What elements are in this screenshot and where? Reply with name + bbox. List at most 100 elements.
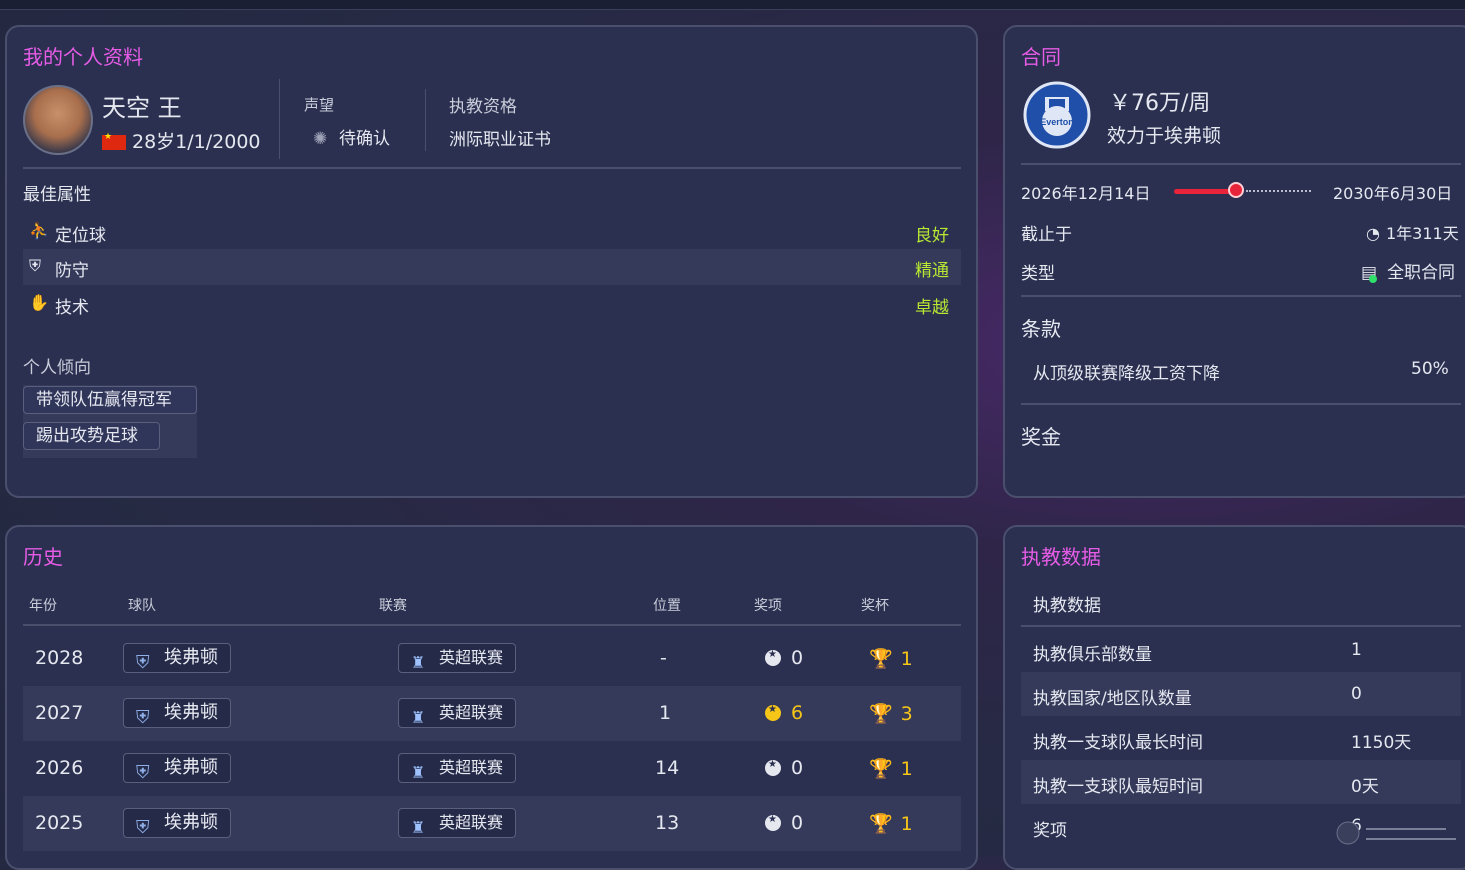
league-name: 英超联赛 xyxy=(439,648,504,667)
club-badge-icon: ⛨ xyxy=(136,817,150,838)
league-name: 英超联赛 xyxy=(439,703,504,722)
technique-icon: ✋ xyxy=(29,293,49,312)
type-label: 类型 xyxy=(1021,264,1055,284)
league-chip[interactable]: ♜ 英超联赛 xyxy=(398,753,517,783)
contract-panel: 合同 Everton ￥76万/周 效力于埃弗顿 2026年12月14日 203… xyxy=(1003,25,1465,498)
reputation-label: 声望 xyxy=(304,96,335,114)
trophy-icon: 🏆 xyxy=(869,703,893,725)
trophy-icon: 🏆 xyxy=(869,648,893,670)
active-status-dot xyxy=(1369,275,1377,283)
col-team[interactable]: 球队 xyxy=(128,595,156,615)
awards-count: 0 xyxy=(791,647,804,669)
watermark-graphic-icon xyxy=(1336,821,1456,845)
qualification-value: 洲际职业证书 xyxy=(449,130,551,150)
type-value: ▤ 全职合同 xyxy=(1361,258,1455,283)
bonus-label: 奖金 xyxy=(1021,425,1061,449)
team-name: 埃弗顿 xyxy=(164,812,218,833)
stat-value: 0 xyxy=(1351,684,1362,704)
attribute-row: ✋ 技术 卓越 xyxy=(23,286,961,322)
row-year: 2027 xyxy=(35,702,84,724)
awards-count: 0 xyxy=(791,812,804,834)
col-year[interactable]: 年份 xyxy=(29,595,57,615)
history-row: 2028 ⛨埃弗顿 ♜英超联赛 - 0 🏆1 xyxy=(23,631,961,686)
league-chip[interactable]: ♜ 英超联赛 xyxy=(398,643,517,673)
tendency-tag[interactable]: 带领队伍赢得冠军 xyxy=(23,386,197,414)
award-medal-icon xyxy=(765,649,781,666)
row-position: 13 xyxy=(655,812,680,834)
row-awards: 6 xyxy=(765,702,803,724)
contract-end-date: 2030年6月30日 xyxy=(1333,184,1453,203)
term-label: 从顶级联赛降级工资下降 xyxy=(1033,364,1220,384)
profile-title: 我的个人资料 xyxy=(23,45,143,69)
col-league[interactable]: 联赛 xyxy=(379,595,407,615)
age-dob: 28岁1/1/2000 xyxy=(102,127,261,154)
row-year: 2025 xyxy=(35,812,84,834)
league-icon: ♜ xyxy=(411,708,426,727)
row-position: - xyxy=(660,647,667,669)
contract-start-date: 2026年12月14日 xyxy=(1021,184,1151,203)
row-position: 14 xyxy=(655,757,680,779)
league-name: 英超联赛 xyxy=(439,813,504,832)
history-row: 2027 ⛨埃弗顿 ♜ 英超联赛 1 6 🏆 3 xyxy=(23,686,961,741)
reputation-value: ✺ 待确认 xyxy=(313,124,390,149)
col-awards[interactable]: 奖项 xyxy=(754,595,782,615)
progress-knob xyxy=(1228,182,1244,198)
award-medal-icon xyxy=(765,759,781,776)
stat-value: 0天 xyxy=(1351,777,1379,797)
stat-label: 奖项 xyxy=(1033,821,1067,841)
type-text: 全职合同 xyxy=(1387,263,1456,283)
club-badge-icon: ⛨ xyxy=(136,762,150,783)
team-chip[interactable]: ⛨ 埃弗顿 xyxy=(123,753,231,783)
team-chip[interactable]: ⛨ 埃弗顿 xyxy=(123,643,231,673)
everton-badge-icon[interactable]: Everton xyxy=(1023,81,1091,149)
wage: ￥76万/周 xyxy=(1109,91,1211,116)
stat-label: 执教俱乐部数量 xyxy=(1033,645,1152,665)
row-year: 2026 xyxy=(35,757,84,779)
stat-row: 执教一支球队最短时间 0天 xyxy=(1021,760,1461,804)
history-panel: 历史 年份 球队 联赛 位置 奖项 奖杯 2028 ⛨ 埃弗顿 ♜ 英超联赛 - 0… xyxy=(5,525,978,870)
award-medal-icon xyxy=(765,704,781,721)
terms-label: 条款 xyxy=(1021,317,1061,341)
avatar[interactable] xyxy=(23,85,93,155)
progress-fill xyxy=(1174,189,1236,194)
contract-title: 合同 xyxy=(1021,45,1061,69)
tendency-tag[interactable]: 踢出攻势足球 xyxy=(23,422,160,450)
term-value: 50% xyxy=(1411,359,1449,379)
attribute-value: 精通 xyxy=(915,261,949,281)
team-name: 埃弗顿 xyxy=(164,647,218,668)
league-icon: ♜ xyxy=(411,763,426,782)
expires-value: ◔ 1年311天 xyxy=(1366,220,1459,244)
stat-row: 执教国家/地区队数量 0 xyxy=(1021,672,1461,716)
attribute-label: 定位球 xyxy=(55,226,106,246)
row-position: 1 xyxy=(659,702,672,724)
contract-doc-icon: ▤ xyxy=(1361,263,1378,283)
row-awards: 0 xyxy=(765,647,803,669)
team-chip[interactable]: ⛨ 埃弗顿 xyxy=(123,808,231,838)
col-position[interactable]: 位置 xyxy=(653,595,681,615)
loading-icon: ✺ xyxy=(313,129,328,149)
club-badge-icon: ⛨ xyxy=(136,707,150,728)
history-row: 2025 ⛨埃弗顿 ♜英超联赛 13 0 🏆1 xyxy=(23,796,961,851)
history-row: 2026 ⛨埃弗顿 ♜英超联赛 14 0 🏆1 xyxy=(23,741,961,796)
league-chip[interactable]: ♜ 英超联赛 xyxy=(398,808,517,838)
profile-panel: 我的个人资料 天空 王 28岁1/1/2000 声望 ✺ 待确认 执教资格 洲际职… xyxy=(5,25,978,498)
league-icon: ♜ xyxy=(411,653,426,672)
league-chip[interactable]: ♜ 英超联赛 xyxy=(398,698,517,728)
team-chip[interactable]: ⛨ 埃弗顿 xyxy=(123,698,231,728)
top-bar xyxy=(0,0,1465,10)
row-awards: 0 xyxy=(765,757,803,779)
trophies-count: 3 xyxy=(900,703,913,725)
expires-text: 1年311天 xyxy=(1385,224,1459,243)
league-icon: ♜ xyxy=(411,818,426,837)
row-year: 2028 xyxy=(35,647,84,669)
history-title: 历史 xyxy=(23,545,63,569)
stat-value: 1150天 xyxy=(1351,733,1412,753)
col-trophies[interactable]: 奖杯 xyxy=(861,595,889,615)
progress-remaining xyxy=(1246,190,1311,194)
attribute-row: ⛨ 防守 精通 xyxy=(23,249,961,285)
watermark-logo xyxy=(1330,815,1460,853)
china-flag-icon xyxy=(102,132,126,150)
clock-icon: ◔ xyxy=(1366,224,1380,243)
awards-count: 6 xyxy=(791,702,804,724)
row-awards: 0 xyxy=(765,812,803,834)
